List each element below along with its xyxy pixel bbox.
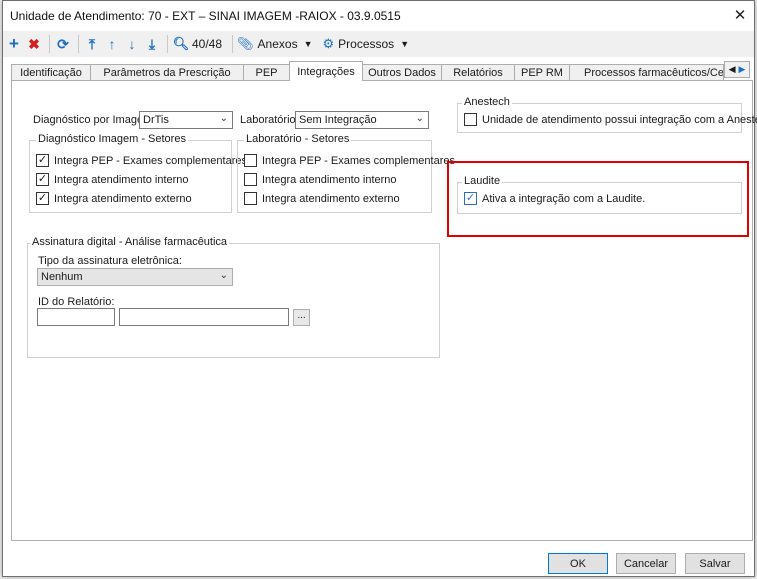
search-icon[interactable]: 🔍︎: [172, 34, 190, 54]
chevron-down-icon: ⌄: [219, 270, 228, 281]
chevron-down-icon: ⌄: [219, 113, 228, 124]
processos-dropdown[interactable]: ⚙ Processos ▼: [323, 36, 410, 52]
lab-integra-externo-label: Integra atendimento externo: [262, 192, 400, 205]
di-integra-interno-checkbox[interactable]: ✓ Integra atendimento interno: [36, 173, 189, 186]
toolbar-separator: [78, 35, 79, 53]
arrow-left-icon[interactable]: ◀: [729, 64, 736, 75]
assinatura-digital-title: Assinatura digital - Análise farmacêutic…: [30, 236, 230, 248]
toolbar: + ✖ ⟳ ⤒ ↑ ↓ ⤓ 🔍︎ 40/48 📎︎ Anexos ▼ ⚙ Pro…: [3, 31, 754, 57]
checkbox-empty-icon: [244, 154, 257, 167]
add-icon[interactable]: +: [5, 34, 23, 54]
refresh-icon[interactable]: ⟳: [54, 34, 72, 54]
laboratorio-value: Sem Integração: [299, 114, 377, 126]
close-icon[interactable]: ✕: [730, 5, 750, 25]
chevron-down-icon: ▼: [303, 39, 313, 49]
tipo-assinatura-select[interactable]: Nenhum ⌄: [37, 268, 233, 286]
chevron-down-icon: ▼: [400, 39, 410, 49]
anestech-title: Anestech: [462, 96, 512, 108]
tab-scroll-buttons[interactable]: ◀ ▶: [724, 61, 750, 78]
first-record-icon[interactable]: ⤒: [83, 34, 101, 54]
diagnostico-imagem-label: Diagnóstico por Imagem:: [33, 114, 156, 126]
lab-integra-interno-checkbox[interactable]: Integra atendimento interno: [244, 173, 397, 186]
laudite-integration-label: Ativa a integração com a Laudite.: [482, 192, 646, 205]
checkmark-icon: ✓: [36, 192, 49, 205]
anestech-integration-checkbox[interactable]: Unidade de atendimento possui integração…: [464, 113, 757, 126]
tab-parametros-prescricao[interactable]: Parâmetros da Prescrição: [90, 64, 244, 81]
tab-pep[interactable]: PEP: [243, 64, 290, 81]
toolbar-separator: [49, 35, 50, 53]
last-record-icon[interactable]: ⤓: [143, 34, 161, 54]
laudite-title: Laudite: [462, 175, 503, 187]
lab-integra-pep-label: Integra PEP - Exames complementares: [262, 154, 455, 167]
processos-label: Processos: [338, 37, 395, 51]
tab-processos-farmaceuticos[interactable]: Processos farmacêuticos/Ce: [569, 64, 724, 81]
lab-integra-pep-checkbox[interactable]: Integra PEP - Exames complementares: [244, 154, 455, 167]
browse-button[interactable]: ...: [293, 309, 310, 326]
diagnostico-imagem-select[interactable]: DrTis ⌄: [139, 111, 233, 129]
di-integra-pep-checkbox[interactable]: ✓ Integra PEP - Exames complementares: [36, 154, 247, 167]
di-integra-pep-label: Integra PEP - Exames complementares: [54, 154, 247, 167]
title-bar: Unidade de Atendimento: 70 - EXT – SINAI…: [3, 1, 754, 31]
relatorio-description-input[interactable]: [119, 308, 289, 326]
gear-icon: ⚙: [322, 36, 335, 51]
diagnostico-imagem-value: DrTis: [143, 114, 169, 126]
tab-relatorios[interactable]: Relatórios: [441, 64, 515, 81]
di-integra-externo-label: Integra atendimento externo: [54, 192, 192, 205]
assinatura-digital-group: Assinatura digital - Análise farmacêutic…: [27, 236, 440, 358]
checkbox-empty-icon: [244, 173, 257, 186]
tipo-assinatura-label: Tipo da assinatura eletrônica:: [38, 255, 182, 267]
integracoes-panel: Diagnóstico por Imagem: DrTis ⌄ Laborató…: [11, 80, 757, 541]
id-relatorio-label: ID do Relatório:: [38, 296, 115, 308]
arrow-right-icon[interactable]: ▶: [739, 64, 746, 75]
delete-icon[interactable]: ✖: [25, 34, 43, 54]
toolbar-separator: [167, 35, 168, 53]
previous-record-icon[interactable]: ↑: [103, 34, 121, 54]
next-record-icon[interactable]: ↓: [123, 34, 141, 54]
checkmark-icon: ✓: [36, 154, 49, 167]
ok-button[interactable]: OK: [548, 553, 608, 574]
diagnostico-imagem-setores-group: Diagnóstico Imagem - Setores ✓ Integra P…: [29, 133, 247, 213]
laudite-integration-checkbox[interactable]: ✓ Ativa a integração com a Laudite.: [464, 192, 645, 205]
window-title: Unidade de Atendimento: 70 - EXT – SINAI…: [10, 9, 401, 23]
tab-outros-dados[interactable]: Outros Dados: [362, 64, 442, 81]
lab-integra-externo-checkbox[interactable]: Integra atendimento externo: [244, 192, 400, 205]
tab-identificacao[interactable]: Identificação: [11, 64, 91, 81]
laudite-group: Laudite ✓ Ativa a integração com a Laudi…: [457, 175, 742, 214]
tab-pep-rm[interactable]: PEP RM: [514, 64, 570, 81]
dialog-window: Unidade de Atendimento: 70 - EXT – SINAI…: [2, 0, 757, 577]
chevron-down-icon: ⌄: [415, 113, 424, 124]
cancel-button[interactable]: Cancelar: [616, 553, 676, 574]
anestech-integration-label: Unidade de atendimento possui integração…: [482, 113, 757, 126]
di-integra-interno-label: Integra atendimento interno: [54, 173, 189, 186]
paperclip-icon: 📎︎: [237, 36, 254, 51]
record-position: 40/48: [192, 37, 223, 51]
laboratorio-setores-group: Laboratório - Setores Integra PEP - Exam…: [237, 133, 455, 213]
tab-strip: Identificação Parâmetros da Prescrição P…: [11, 61, 750, 81]
di-integra-externo-checkbox[interactable]: ✓ Integra atendimento externo: [36, 192, 192, 205]
checkbox-empty-icon: [244, 192, 257, 205]
laboratorio-label: Laboratório:: [240, 114, 299, 126]
anexos-dropdown[interactable]: 📎︎ Anexos ▼: [237, 36, 312, 52]
checkmark-icon: ✓: [464, 192, 477, 205]
id-relatorio-input[interactable]: [37, 308, 115, 326]
tab-integracoes[interactable]: Integrações: [289, 61, 363, 81]
anestech-group: Anestech Unidade de atendimento possui i…: [457, 96, 757, 133]
laboratorio-select[interactable]: Sem Integração ⌄: [295, 111, 429, 129]
save-button[interactable]: Salvar: [685, 553, 745, 574]
lab-integra-interno-label: Integra atendimento interno: [262, 173, 397, 186]
toolbar-separator: [232, 35, 234, 53]
diagnostico-imagem-setores-title: Diagnóstico Imagem - Setores: [36, 133, 188, 145]
laboratorio-setores-title: Laboratório - Setores: [244, 133, 352, 145]
checkmark-icon: ✓: [36, 173, 49, 186]
anexos-label: Anexos: [257, 37, 298, 51]
tipo-assinatura-value: Nenhum: [41, 271, 83, 283]
checkbox-empty-icon: [464, 113, 477, 126]
